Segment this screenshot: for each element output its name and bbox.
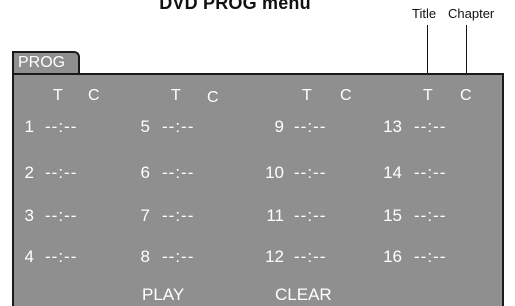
slot-value[interactable]: --:-- <box>294 247 326 267</box>
slot-value[interactable]: --:-- <box>162 163 194 183</box>
column-header-title: T <box>53 87 63 104</box>
column-header-chapter: C <box>207 89 219 106</box>
chapter-callout-line <box>466 25 467 75</box>
slot-number: 9 <box>274 117 284 136</box>
slot-value[interactable]: --:-- <box>414 163 446 183</box>
column-header-chapter: C <box>460 87 472 104</box>
column-header-chapter: C <box>88 87 100 104</box>
slot-value[interactable]: --:-- <box>414 247 446 267</box>
slot-number: 7 <box>140 206 150 225</box>
slot-value[interactable]: --:-- <box>162 247 194 267</box>
slot-number: 1 <box>24 117 34 136</box>
slot-value[interactable]: --:-- <box>414 206 446 226</box>
slot-number: 5 <box>140 117 150 136</box>
slot-value[interactable]: --:-- <box>162 117 194 137</box>
play-button[interactable]: PLAY <box>142 285 184 305</box>
title-callout-line <box>427 25 428 75</box>
slot-number: 6 <box>140 163 150 182</box>
slot-value[interactable]: --:-- <box>294 117 326 137</box>
slot-number: 4 <box>24 247 34 266</box>
slot-number: 10 <box>265 163 284 182</box>
slot-value[interactable]: --:-- <box>45 206 77 226</box>
slot-number: 2 <box>24 163 34 182</box>
slot-value[interactable]: --:-- <box>45 247 77 267</box>
slot-value[interactable]: --:-- <box>45 163 77 183</box>
slot-value[interactable]: --:-- <box>294 163 326 183</box>
prog-panel: T C T C T C T C 1 --:-- 5 --:-- 9 --:-- … <box>12 73 504 306</box>
column-header-chapter: C <box>340 87 352 104</box>
slot-number: 14 <box>383 163 402 182</box>
column-header-title: T <box>171 87 181 104</box>
chapter-callout-label: Chapter <box>448 6 495 21</box>
slot-value[interactable]: --:-- <box>45 117 77 137</box>
slot-number: 3 <box>24 206 34 225</box>
column-header-title: T <box>302 87 312 104</box>
title-callout-label: Title <box>412 6 437 21</box>
clear-button[interactable]: CLEAR <box>275 285 332 305</box>
slot-number: 12 <box>265 247 284 266</box>
slot-number: 8 <box>140 247 150 266</box>
slot-number: 16 <box>383 247 402 266</box>
diagram-heading: DVD PROG menu <box>159 0 311 13</box>
slot-value[interactable]: --:-- <box>162 206 194 226</box>
slot-number: 13 <box>383 117 402 136</box>
slot-value[interactable]: --:-- <box>294 206 326 226</box>
slot-value[interactable]: --:-- <box>414 117 446 137</box>
prog-tab-label: PROG <box>18 54 66 71</box>
column-header-title: T <box>423 87 433 104</box>
slot-number: 15 <box>383 206 402 225</box>
slot-number: 11 <box>266 206 284 225</box>
